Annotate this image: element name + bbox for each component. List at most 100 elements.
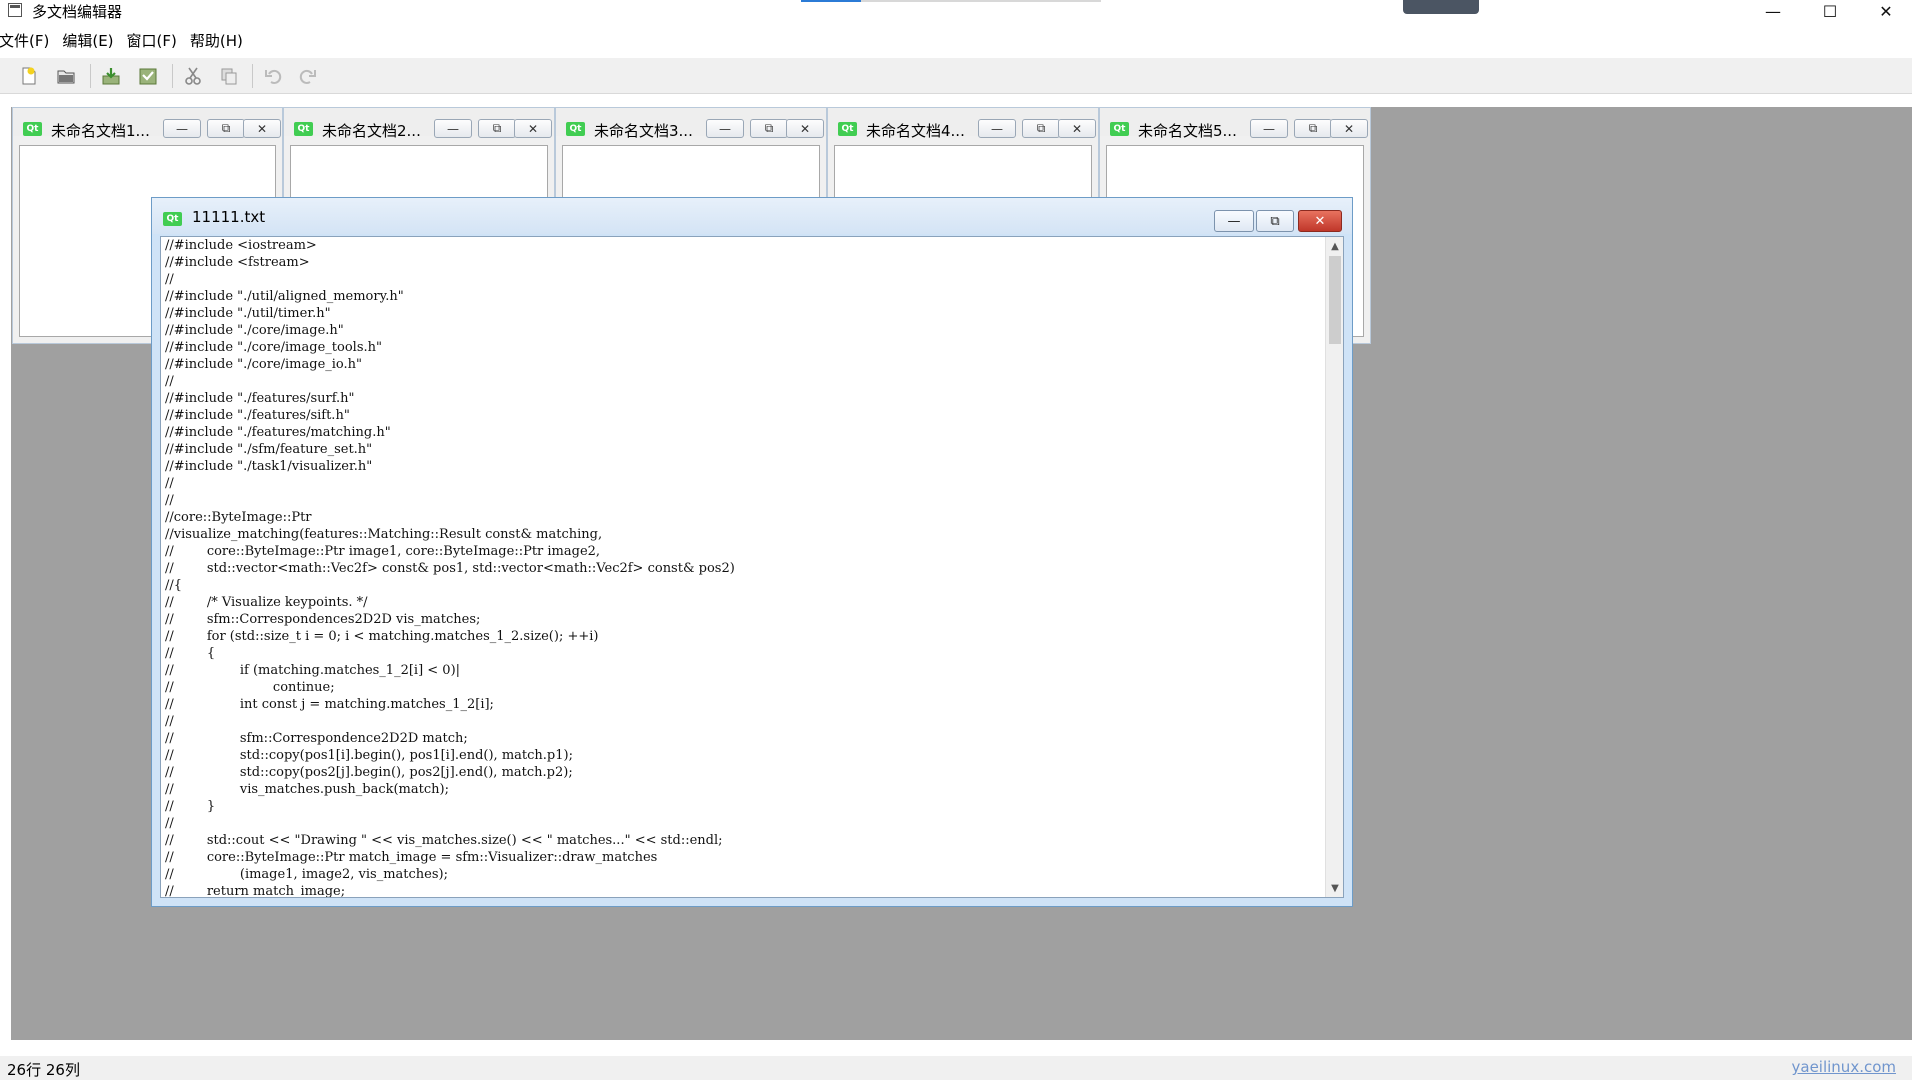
code-line[interactable]: //core::ByteImage::Ptr [165,509,1321,526]
vertical-scrollbar[interactable]: ▲ ▼ [1325,237,1343,897]
code-line[interactable]: // } [165,798,1321,815]
code-line[interactable]: //#include "./util/aligned_memory.h" [165,288,1321,305]
subwindow-restore-button[interactable]: ⧉ [478,119,516,138]
qt-icon: Qt [294,122,313,136]
new-file-icon[interactable] [15,62,43,90]
code-line[interactable]: // core::ByteImage::Ptr match_image = sf… [165,849,1321,866]
active-subwindow-titlebar [152,198,1352,234]
code-text[interactable]: //#include <iostream>//#include <fstream… [165,237,1321,897]
code-line[interactable]: // [165,475,1321,492]
window-titlebar: 多文档编辑器 — ☐ ✕ [0,0,1912,22]
open-file-icon[interactable] [52,62,80,90]
thumbnail-preview [1403,0,1479,14]
subwindow-minimize-button[interactable]: — [978,119,1016,138]
cursor-position: 26行 26列 [7,1061,80,1079]
cut-icon[interactable] [179,62,207,90]
copy-icon[interactable] [215,62,243,90]
subwindow-minimize-button[interactable]: — [163,119,201,138]
save-as-icon[interactable] [134,62,162,90]
menu-window[interactable]: 窗口(F) [127,30,184,52]
scrollbar-thumb[interactable] [1329,256,1341,344]
subwindow-close-button[interactable]: ✕ [786,119,824,138]
subwindow-title: 未命名文档4... [866,122,965,140]
subwindow-close-button[interactable]: ✕ [1330,119,1368,138]
code-line[interactable]: // if (matching.matches_1_2[i] < 0)| [165,662,1321,679]
subwindow-restore-button[interactable]: ⧉ [207,119,245,138]
code-line[interactable]: // std::cout << "Drawing " << vis_matche… [165,832,1321,849]
toolbar [0,58,1912,94]
subwindow-restore-button[interactable]: ⧉ [750,119,788,138]
menu-help[interactable]: 帮助(H) [190,30,250,52]
maximize-button[interactable]: ☐ [1807,0,1853,22]
code-line[interactable]: // std::copy(pos1[i].begin(), pos1[i].en… [165,747,1321,764]
active-minimize-button[interactable]: — [1214,210,1254,232]
subwindow-minimize-button[interactable]: — [706,119,744,138]
app-icon [8,3,22,17]
code-line[interactable]: //visualize_matching(features::Matching:… [165,526,1321,543]
code-line[interactable]: // std::copy(pos2[j].begin(), pos2[j].en… [165,764,1321,781]
menubar: 文件(F) 编辑(E) 窗口(F) 帮助(H) [0,30,256,52]
scroll-down-icon[interactable]: ▼ [1326,879,1343,897]
subwindow-2[interactable]: Qt 未命名文档2... — ⧉ ✕ [283,107,555,207]
subwindow-close-button[interactable]: ✕ [514,119,552,138]
subwindow-editor[interactable] [562,145,820,200]
code-line[interactable]: // [165,713,1321,730]
code-line[interactable]: // continue; [165,679,1321,696]
qt-icon: Qt [566,122,585,136]
menu-file[interactable]: 文件(F) [0,30,56,52]
subwindow-title: 未命名文档1... [51,122,150,140]
code-line[interactable]: // sfm::Correspondences2D2D vis_matches; [165,611,1321,628]
close-button[interactable]: ✕ [1863,0,1909,22]
redo-icon[interactable] [294,62,322,90]
subwindow-minimize-button[interactable]: — [434,119,472,138]
code-line[interactable]: //#include <iostream> [165,237,1321,254]
save-icon[interactable] [97,62,125,90]
code-line[interactable]: // for (std::size_t i = 0; i < matching.… [165,628,1321,645]
code-line[interactable]: //#include "./util/timer.h" [165,305,1321,322]
code-line[interactable]: //#include "./task1/visualizer.h" [165,458,1321,475]
subwindow-editor[interactable] [834,145,1092,200]
code-line[interactable]: // [165,271,1321,288]
scroll-up-icon[interactable]: ▲ [1326,237,1343,255]
code-line[interactable]: // (image1, image2, vis_matches); [165,866,1321,883]
undo-icon[interactable] [259,62,287,90]
subwindow-restore-button[interactable]: ⧉ [1022,119,1060,138]
code-line[interactable]: //#include "./features/surf.h" [165,390,1321,407]
code-line[interactable]: // [165,373,1321,390]
active-restore-button[interactable]: ⧉ [1256,210,1294,232]
taskbar-progress [801,0,1101,2]
active-subwindow[interactable]: Qt 11111.txt — ⧉ ✕ //#include <iostream>… [151,197,1353,907]
code-line[interactable]: //#include "./features/sift.h" [165,407,1321,424]
active-close-button[interactable]: ✕ [1298,210,1342,232]
code-line[interactable]: //#include "./core/image.h" [165,322,1321,339]
subwindow-close-button[interactable]: ✕ [243,119,281,138]
code-line[interactable]: // [165,492,1321,509]
code-line[interactable]: //#include "./features/matching.h" [165,424,1321,441]
code-line[interactable]: //#include "./core/image_io.h" [165,356,1321,373]
code-line[interactable]: //#include "./sfm/feature_set.h" [165,441,1321,458]
text-editor[interactable]: //#include <iostream>//#include <fstream… [160,236,1344,898]
code-line[interactable]: // [165,815,1321,832]
code-line[interactable]: // sfm::Correspondence2D2D match; [165,730,1321,747]
active-subwindow-title: 11111.txt [192,208,266,226]
code-line[interactable]: //#include <fstream> [165,254,1321,271]
subwindow-minimize-button[interactable]: — [1250,119,1288,138]
subwindow-close-button[interactable]: ✕ [1058,119,1096,138]
code-line[interactable]: //{ [165,577,1321,594]
subwindow-title: 未命名文档3... [594,122,693,140]
subwindow-3[interactable]: Qt 未命名文档3... — ⧉ ✕ [555,107,827,207]
code-line[interactable]: // /* Visualize keypoints. */ [165,594,1321,611]
code-line[interactable]: //#include "./core/image_tools.h" [165,339,1321,356]
subwindow-editor[interactable] [290,145,548,200]
code-line[interactable]: // core::ByteImage::Ptr image1, core::By… [165,543,1321,560]
code-line[interactable]: // return match_image; [165,883,1321,897]
subwindow-restore-button[interactable]: ⧉ [1294,119,1332,138]
qt-icon: Qt [163,212,182,226]
minimize-button[interactable]: — [1750,0,1796,22]
menu-edit[interactable]: 编辑(E) [62,30,120,52]
code-line[interactable]: // int const j = matching.matches_1_2[i]… [165,696,1321,713]
subwindow-4[interactable]: Qt 未命名文档4... — ⧉ ✕ [827,107,1099,207]
code-line[interactable]: // vis_matches.push_back(match); [165,781,1321,798]
code-line[interactable]: // std::vector<math::Vec2f> const& pos1,… [165,560,1321,577]
code-line[interactable]: // { [165,645,1321,662]
